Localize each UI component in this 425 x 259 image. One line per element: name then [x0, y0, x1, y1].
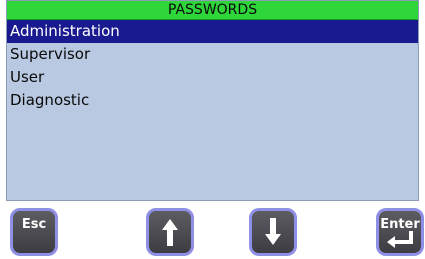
screen-title: PASSWORDS [7, 1, 418, 20]
password-screen: PASSWORDS Administration Supervisor User… [6, 0, 419, 201]
arrow-up-icon [162, 219, 178, 246]
down-button[interactable] [249, 208, 297, 256]
enter-return-icon [387, 231, 413, 248]
arrow-down-icon [265, 218, 281, 245]
softkey-row: Esc Enter [0, 201, 425, 259]
list-item-supervisor[interactable]: Supervisor [7, 43, 418, 66]
esc-button[interactable]: Esc [10, 208, 58, 256]
up-button[interactable] [146, 208, 194, 256]
esc-button-label: Esc [21, 217, 47, 232]
list-item-diagnostic[interactable]: Diagnostic [7, 89, 418, 112]
list-item-administration[interactable]: Administration [7, 20, 418, 43]
list-item-user[interactable]: User [7, 66, 418, 89]
password-level-list: Administration Supervisor User Diagnosti… [7, 20, 418, 112]
enter-button[interactable]: Enter [376, 208, 424, 256]
